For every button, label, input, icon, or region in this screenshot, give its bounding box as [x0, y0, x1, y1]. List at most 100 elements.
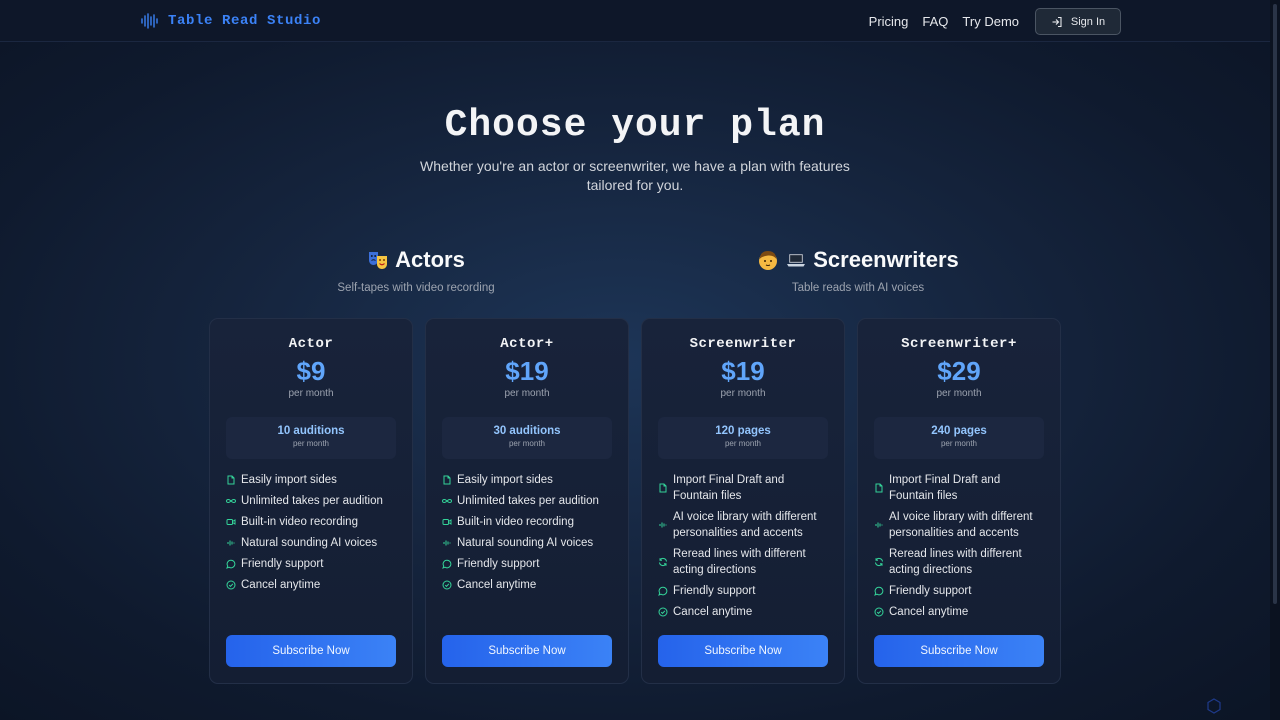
- feature-item: AI voice library with different personal…: [874, 509, 1046, 541]
- feature-text: Cancel anytime: [241, 579, 321, 591]
- main-nav: Pricing FAQ Try Demo Sign In: [869, 8, 1121, 35]
- feature-item: Import Final Draft and Fountain files: [874, 472, 1046, 504]
- video-icon: [442, 517, 452, 527]
- feature-list: Import Final Draft and Fountain files AI…: [874, 472, 1046, 620]
- page-subtitle: Whether you're an actor or screenwriter,…: [420, 158, 850, 193]
- feature-text: Friendly support: [241, 558, 324, 570]
- nav-try-demo[interactable]: Try Demo: [962, 14, 1019, 29]
- sign-in-label: Sign In: [1070, 15, 1106, 28]
- refresh-icon: [874, 557, 884, 567]
- plan-quota-box: 30 auditions per month: [442, 417, 612, 459]
- top-navbar: Table Read Studio Pricing FAQ Try Demo S…: [0, 0, 1270, 42]
- plan-quota-period: per month: [724, 439, 762, 448]
- plan-name: Screenwriter: [689, 336, 797, 352]
- subscribe-button[interactable]: Subscribe Now: [874, 635, 1044, 667]
- feature-text: Friendly support: [889, 585, 972, 597]
- actors-group-title: Actors: [395, 247, 465, 272]
- document-icon: [874, 483, 884, 493]
- feature-item: Reread lines with different acting direc…: [874, 546, 1046, 578]
- subscribe-button[interactable]: Subscribe Now: [442, 635, 612, 667]
- feature-text: Import Final Draft and Fountain files: [673, 474, 785, 502]
- check-circle-icon: [658, 607, 668, 617]
- feature-item: Built-in video recording: [226, 514, 398, 530]
- plan-price: $19: [721, 356, 765, 386]
- waveform-icon: [658, 520, 668, 530]
- plan-quota-box: 240 pages per month: [874, 417, 1044, 459]
- infinity-icon: [442, 496, 452, 506]
- plan-period: per month: [936, 388, 982, 399]
- brand-logo[interactable]: Table Read Studio: [140, 11, 321, 31]
- waveform-icon: [442, 538, 452, 548]
- feature-item: Cancel anytime: [442, 577, 614, 593]
- screenwriters-group-title: Screenwriters: [813, 247, 959, 272]
- infinity-icon: [226, 496, 236, 506]
- plan-card-actor: Actor $9 per month 10 auditions per mont…: [209, 318, 413, 684]
- plan-card-screenwriter-plus: Screenwriter+ $29 per month 240 pages pe…: [857, 318, 1061, 684]
- waveform-icon: [874, 520, 884, 530]
- feature-text: Built-in video recording: [457, 516, 574, 528]
- chat-bubble-icon: [658, 586, 668, 596]
- feature-text: Friendly support: [673, 585, 756, 597]
- plan-quota-period: per month: [508, 439, 546, 448]
- feature-item: Friendly support: [658, 583, 830, 599]
- feature-item: Import Final Draft and Fountain files: [658, 472, 830, 504]
- feature-text: Friendly support: [457, 558, 540, 570]
- feature-text: Cancel anytime: [673, 606, 753, 618]
- page-title: Choose your plan: [444, 104, 826, 147]
- soundwave-logo-icon: [141, 13, 158, 29]
- check-circle-icon: [442, 580, 452, 590]
- plan-quota: 10 auditions: [277, 425, 345, 437]
- feature-text: AI voice library with different personal…: [673, 511, 817, 539]
- feature-text: Import Final Draft and Fountain files: [889, 474, 1001, 502]
- waveform-icon: [226, 538, 236, 548]
- feature-item: Cancel anytime: [658, 604, 830, 620]
- plan-name: Actor+: [500, 336, 554, 352]
- feature-text: AI voice library with different personal…: [889, 511, 1033, 539]
- scrollbar-thumb[interactable]: [1273, 4, 1277, 604]
- hexagon-watermark-icon: [1207, 698, 1221, 714]
- feature-text: Reread lines with different acting direc…: [673, 548, 806, 576]
- actors-group-header: Actors Self-tapes with video recording: [316, 246, 516, 294]
- chat-bubble-icon: [442, 559, 452, 569]
- nav-faq[interactable]: FAQ: [922, 14, 948, 29]
- feature-item: Friendly support: [442, 556, 614, 572]
- feature-item: Easily import sides: [442, 472, 614, 488]
- plan-quota: 120 pages: [715, 425, 771, 437]
- plan-price: $9: [296, 356, 326, 386]
- feature-item: Built-in video recording: [442, 514, 614, 530]
- feature-text: Natural sounding AI voices: [241, 537, 378, 549]
- subscribe-button[interactable]: Subscribe Now: [226, 635, 396, 667]
- feature-text: Cancel anytime: [457, 579, 537, 591]
- feature-text: Easily import sides: [457, 474, 553, 486]
- plan-quota-box: 10 auditions per month: [226, 417, 396, 459]
- plan-price: $29: [937, 356, 981, 386]
- feature-item: Natural sounding AI voices: [226, 535, 398, 551]
- plan-quota: 240 pages: [931, 425, 987, 437]
- feature-item: Unlimited takes per audition: [442, 493, 614, 509]
- plan-card-actor-plus: Actor+ $19 per month 30 auditions per mo…: [425, 318, 629, 684]
- plan-name: Actor: [288, 336, 334, 352]
- video-icon: [226, 517, 236, 527]
- feature-item: Cancel anytime: [226, 577, 398, 593]
- screenwriters-group-subtitle: Table reads with AI voices: [791, 282, 925, 294]
- brand-name: Table Read Studio: [168, 13, 322, 29]
- document-icon: [658, 483, 668, 493]
- theater-masks-icon: [369, 252, 388, 269]
- plan-quota-period: per month: [292, 439, 330, 448]
- plan-quota-box: 120 pages per month: [658, 417, 828, 459]
- refresh-icon: [658, 557, 668, 567]
- feature-item: Easily import sides: [226, 472, 398, 488]
- page-scrollbar[interactable]: [1270, 0, 1280, 720]
- sign-in-button[interactable]: Sign In: [1035, 8, 1121, 35]
- check-circle-icon: [874, 607, 884, 617]
- feature-text: Easily import sides: [241, 474, 337, 486]
- nav-pricing[interactable]: Pricing: [869, 14, 909, 29]
- subscribe-button[interactable]: Subscribe Now: [658, 635, 828, 667]
- feature-text: Unlimited takes per audition: [457, 495, 599, 507]
- plan-period: per month: [504, 388, 550, 399]
- plan-quota-period: per month: [940, 439, 978, 448]
- feature-text: Unlimited takes per audition: [241, 495, 383, 507]
- chat-bubble-icon: [226, 559, 236, 569]
- feature-list: Easily import sides Unlimited takes per …: [226, 472, 398, 593]
- feature-item: Unlimited takes per audition: [226, 493, 398, 509]
